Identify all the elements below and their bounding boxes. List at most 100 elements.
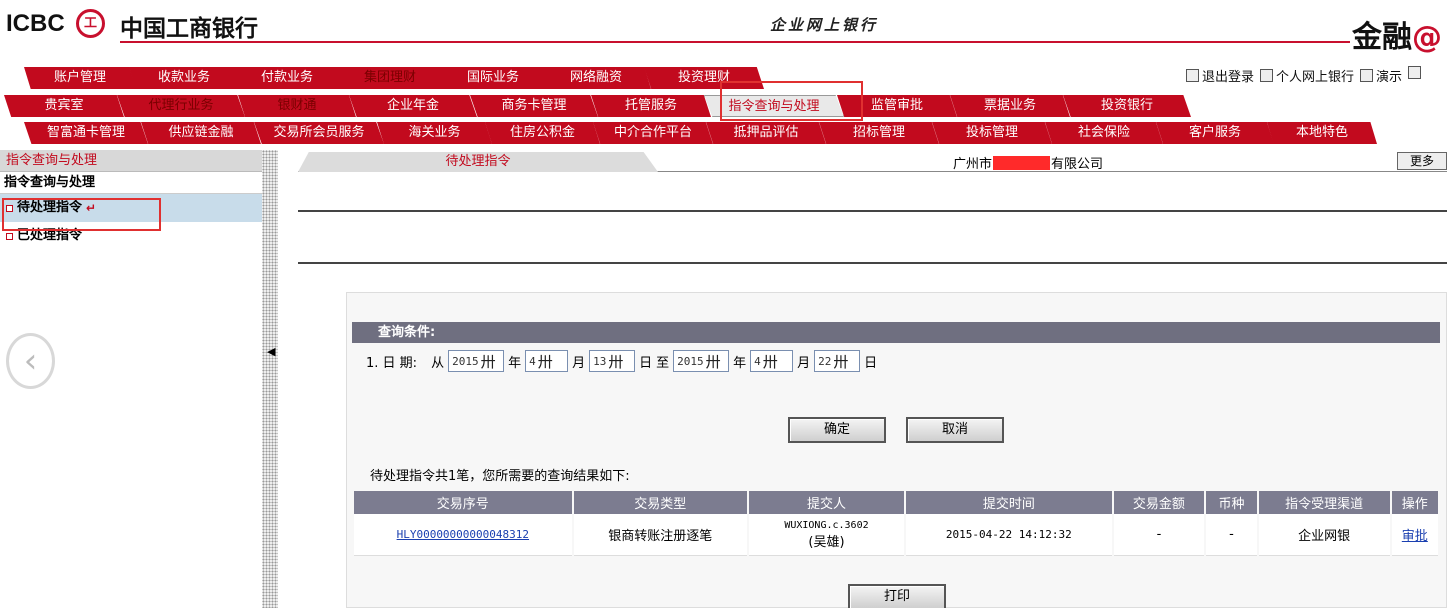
personal-bank-link[interactable]: 个人网上银行	[1260, 66, 1354, 85]
divider	[298, 210, 1447, 212]
nav-tab-investment-bank[interactable]: 投资银行	[1063, 95, 1191, 117]
nav-tab-business-card[interactable]: 商务卡管理	[470, 95, 598, 117]
help-icon[interactable]	[1408, 66, 1422, 79]
company-name: 广州市 有限公司	[953, 155, 1104, 172]
redacted-block	[993, 155, 1051, 170]
sidebar-header: 指令查询与处理	[0, 150, 262, 172]
nav-row-1: 账户管理 收款业务 付款业务 集团理财 国际业务 网络融资 投资理财	[0, 67, 764, 89]
tab-pending-instructions[interactable]: 待处理指令	[298, 152, 658, 172]
picker-icon: 卅	[833, 352, 849, 371]
date-range-row: 1. 日 期: 从 2015 卅 年 4卅 月 13 卅 日 至 2015 卅 年 4…	[366, 350, 877, 372]
picker-icon: 卅	[537, 352, 553, 371]
nav-tab-instruction-query[interactable]: 指令查询与处理	[704, 95, 844, 117]
nav-tab-account[interactable]: 账户管理	[24, 67, 136, 89]
nav-tab-vip[interactable]: 贵宾室	[4, 95, 124, 117]
ebank-title: 企业网上银行	[770, 16, 879, 34]
nav-tab-intermediary[interactable]: 中介合作平台	[593, 122, 713, 144]
cancel-button[interactable]: 取消	[906, 417, 1004, 443]
header: ICBC 工 中国工商银行 企业网上银行 金融@	[0, 0, 1447, 62]
icbc-logo-text: ICBC	[6, 10, 65, 37]
demo-link[interactable]: 演示	[1360, 66, 1402, 85]
nav-tab-collateral[interactable]: 抵押品评估	[706, 122, 826, 144]
nav-tab-bid-mgmt[interactable]: 投标管理	[932, 122, 1052, 144]
col-action: 操作	[1391, 491, 1438, 514]
more-button[interactable]: 更多	[1397, 152, 1447, 170]
nav-tab-tender-mgmt[interactable]: 招标管理	[819, 122, 939, 144]
nav-tab-collection[interactable]: 收款业务	[129, 67, 239, 89]
brand-at-icon: @	[1412, 20, 1442, 55]
nav-tab-annuity[interactable]: 企业年金	[349, 95, 477, 117]
frame-splitter[interactable]	[262, 150, 278, 608]
sidebar-item-label: 待处理指令	[17, 200, 83, 215]
nav-tab-supply-chain[interactable]: 供应链金融	[141, 122, 261, 144]
type-cell: 银商转账注册逐笔	[573, 514, 747, 556]
col-submitter: 提交人	[748, 491, 905, 514]
col-currency: 币种	[1206, 491, 1257, 514]
nav-tab-international[interactable]: 国际业务	[438, 67, 548, 89]
end-month-field[interactable]: 4卅	[750, 350, 794, 372]
result-summary: 待处理指令共1笔，您所需要的查询结果如下:	[370, 469, 630, 484]
back-chevron-icon[interactable]: ‹	[6, 333, 55, 389]
start-month-field[interactable]: 4卅	[525, 350, 569, 372]
channel-cell: 企业网银	[1258, 514, 1390, 556]
submitter-cell: WUXIONG.c.3602 (吴雄)	[748, 514, 905, 556]
approve-link[interactable]: 审批	[1402, 529, 1428, 544]
nav-tab-bills[interactable]: 票据业务	[950, 95, 1070, 117]
sidebar-item-label: 已处理指令	[17, 228, 83, 243]
nav-tab-network-finance[interactable]: 网络融资	[541, 67, 651, 89]
nav-tab-customer-service[interactable]: 客户服务	[1156, 122, 1274, 144]
nav-tab-agency[interactable]: 代理行业务	[117, 95, 245, 117]
confirm-button[interactable]: 确定	[788, 417, 886, 443]
date-label: 1. 日 期:	[366, 355, 418, 371]
print-button[interactable]: 打印	[848, 584, 946, 608]
col-channel: 指令受理渠道	[1258, 491, 1390, 514]
to-label: 至	[656, 355, 670, 371]
picker-icon: 卅	[608, 352, 624, 371]
serial-link[interactable]: HLY00000000000048312	[397, 528, 529, 541]
divider	[298, 262, 1447, 264]
nav-tab-housing-fund[interactable]: 住房公积金	[485, 122, 600, 144]
serial-cell: HLY00000000000048312	[354, 514, 572, 556]
from-label: 从	[431, 355, 445, 371]
table-header-row: 交易序号 交易类型 提交人 提交时间 交易金额 币种 指令受理渠道 操作	[354, 491, 1438, 514]
sidebar: 指令查询与处理 指令查询与处理 待处理指令 ↵ 已处理指令 ‹	[0, 150, 262, 608]
pointer-arrow-icon: ↵	[86, 201, 97, 215]
col-amount: 交易金额	[1113, 491, 1205, 514]
sidebar-item-pending[interactable]: 待处理指令 ↵	[0, 194, 262, 222]
nav-tab-social-insurance[interactable]: 社会保险	[1045, 122, 1163, 144]
nav-tab-zhifutong[interactable]: 智富通卡管理	[24, 122, 148, 144]
end-year-field[interactable]: 2015 卅	[673, 350, 730, 372]
icbc-logo-icon: 工	[76, 9, 105, 38]
currency-cell: -	[1206, 514, 1257, 556]
nav-tab-payment[interactable]: 付款业务	[232, 67, 342, 89]
nav-tab-exchange-member[interactable]: 交易所会员服务	[254, 122, 384, 144]
nav-tab-custody[interactable]: 托管服务	[591, 95, 711, 117]
time-cell: 2015-04-22 14:12:32	[906, 514, 1112, 556]
top-links: 退出登录 个人网上银行 演示	[1186, 66, 1422, 85]
main-tabbar: 待处理指令 广州市 有限公司 更多	[298, 152, 1447, 172]
collapse-arrow-icon[interactable]: ◀	[267, 345, 275, 358]
nav-tab-investment[interactable]: 投资理财	[644, 67, 764, 89]
nav-tab-customs[interactable]: 海关业务	[377, 122, 492, 144]
logout-link[interactable]: 退出登录	[1186, 66, 1254, 85]
end-day-field[interactable]: 22 卅	[814, 350, 861, 372]
table-row: HLY00000000000048312 银商转账注册逐笔 WUXIONG.c.…	[354, 514, 1438, 556]
personal-bank-icon	[1260, 69, 1274, 82]
start-day-field[interactable]: 13 卅	[589, 350, 636, 372]
picker-icon: 卅	[762, 352, 778, 371]
nav-tab-local[interactable]: 本地特色	[1267, 122, 1377, 144]
brand-text: 金融	[1352, 20, 1412, 55]
amount-cell: -	[1113, 514, 1205, 556]
nav-tab-yincaitong[interactable]: 银财通	[238, 95, 356, 117]
sidebar-section-title: 指令查询与处理	[0, 172, 262, 194]
start-year-field[interactable]: 2015 卅	[448, 350, 505, 372]
nav-tab-supervision[interactable]: 监管审批	[837, 95, 957, 117]
bank-name: 中国工商银行	[120, 16, 258, 42]
result-table: 交易序号 交易类型 提交人 提交时间 交易金额 币种 指令受理渠道 操作 HLY…	[352, 491, 1440, 556]
nav-tab-group-finance[interactable]: 集团理财	[335, 67, 445, 89]
header-divider	[120, 41, 1350, 43]
action-cell: 审批	[1391, 514, 1438, 556]
sidebar-item-processed[interactable]: 已处理指令	[0, 222, 262, 250]
picker-icon: 卅	[705, 352, 721, 371]
col-time: 提交时间	[906, 491, 1112, 514]
